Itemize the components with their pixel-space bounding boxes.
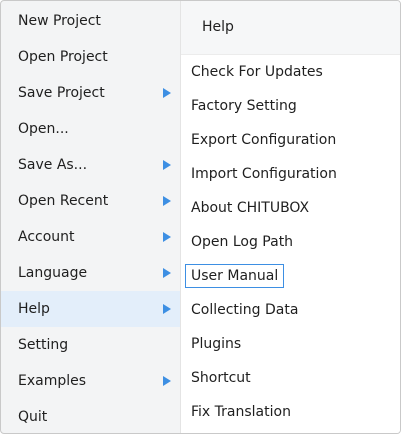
menu-item-label: Save Project xyxy=(18,85,105,101)
menu-item-help[interactable]: Help xyxy=(1,291,180,327)
menu-item-label: Open... xyxy=(18,121,69,137)
submenu-item-fix-translation[interactable]: Fix Translation xyxy=(181,395,400,429)
submenu-item-export-configuration[interactable]: Export Configuration xyxy=(181,123,400,157)
menu-item-label: Language xyxy=(18,265,88,281)
submenu-item-user-manual[interactable]: User Manual xyxy=(181,259,400,293)
menu-item-save-project[interactable]: Save Project xyxy=(1,75,180,111)
submenu-item-label: Check For Updates xyxy=(191,64,323,80)
submenu-arrow-icon xyxy=(163,160,171,170)
menu-item-account[interactable]: Account xyxy=(1,219,180,255)
submenu-item-factory-setting[interactable]: Factory Setting xyxy=(181,89,400,123)
submenu-item-import-configuration[interactable]: Import Configuration xyxy=(181,157,400,191)
menu-item-label: Account xyxy=(18,229,75,245)
submenu-arrow-icon xyxy=(163,88,171,98)
submenu-arrow-icon xyxy=(163,376,171,386)
menu-item-label: Save As... xyxy=(18,157,88,173)
menu-item-label: Examples xyxy=(18,373,87,389)
submenu-item-label: Shortcut xyxy=(191,370,251,386)
submenu-item-label: Collecting Data xyxy=(191,302,299,318)
menu-item-label: New Project xyxy=(18,13,101,29)
menu-item-label: Help xyxy=(18,301,50,317)
submenu-item-label: Open Log Path xyxy=(191,234,294,250)
submenu-item-collecting-data[interactable]: Collecting Data xyxy=(181,293,400,327)
menu-item-examples[interactable]: Examples xyxy=(1,363,180,399)
submenu-item-about-chitubox[interactable]: About CHITUBOX xyxy=(181,191,400,225)
submenu-item-label: Fix Translation xyxy=(191,404,291,420)
menu-item-open-project[interactable]: Open Project xyxy=(1,39,180,75)
submenu-item-label: Factory Setting xyxy=(191,98,297,114)
submenu-item-label: Export Configuration xyxy=(191,132,337,148)
submenu-item-check-for-updates[interactable]: Check For Updates xyxy=(181,55,400,89)
main-menu: New Project Open Project Save Project Op… xyxy=(1,3,180,433)
submenu-list: Check For Updates Factory Setting Export… xyxy=(181,55,400,429)
menu-item-new-project[interactable]: New Project xyxy=(1,3,180,39)
submenu-item-label: About CHITUBOX xyxy=(191,200,310,216)
app-menu-window: New Project Open Project Save Project Op… xyxy=(0,0,401,434)
menu-item-label: Open Recent xyxy=(18,193,109,209)
menu-item-quit[interactable]: Quit xyxy=(1,399,180,433)
submenu-item-label: Import Configuration xyxy=(191,166,337,182)
menu-item-setting[interactable]: Setting xyxy=(1,327,180,363)
submenu-arrow-icon xyxy=(163,196,171,206)
menu-item-language[interactable]: Language xyxy=(1,255,180,291)
submenu-item-open-log-path[interactable]: Open Log Path xyxy=(181,225,400,259)
submenu-arrow-icon xyxy=(163,268,171,278)
submenu-title: Help xyxy=(181,1,400,55)
menu-item-open[interactable]: Open... xyxy=(1,111,180,147)
menu-item-label: Setting xyxy=(18,337,69,353)
submenu-item-label: Plugins xyxy=(191,336,242,352)
submenu-arrow-icon xyxy=(163,304,171,314)
help-submenu: Help Check For Updates Factory Setting E… xyxy=(180,1,400,433)
menu-item-label: Open Project xyxy=(18,49,108,65)
submenu-item-shortcut[interactable]: Shortcut xyxy=(181,361,400,395)
submenu-item-label: User Manual xyxy=(185,264,285,288)
menu-item-open-recent[interactable]: Open Recent xyxy=(1,183,180,219)
menu-item-label: Quit xyxy=(18,409,48,425)
submenu-arrow-icon xyxy=(163,232,171,242)
submenu-item-plugins[interactable]: Plugins xyxy=(181,327,400,361)
menu-item-save-as[interactable]: Save As... xyxy=(1,147,180,183)
